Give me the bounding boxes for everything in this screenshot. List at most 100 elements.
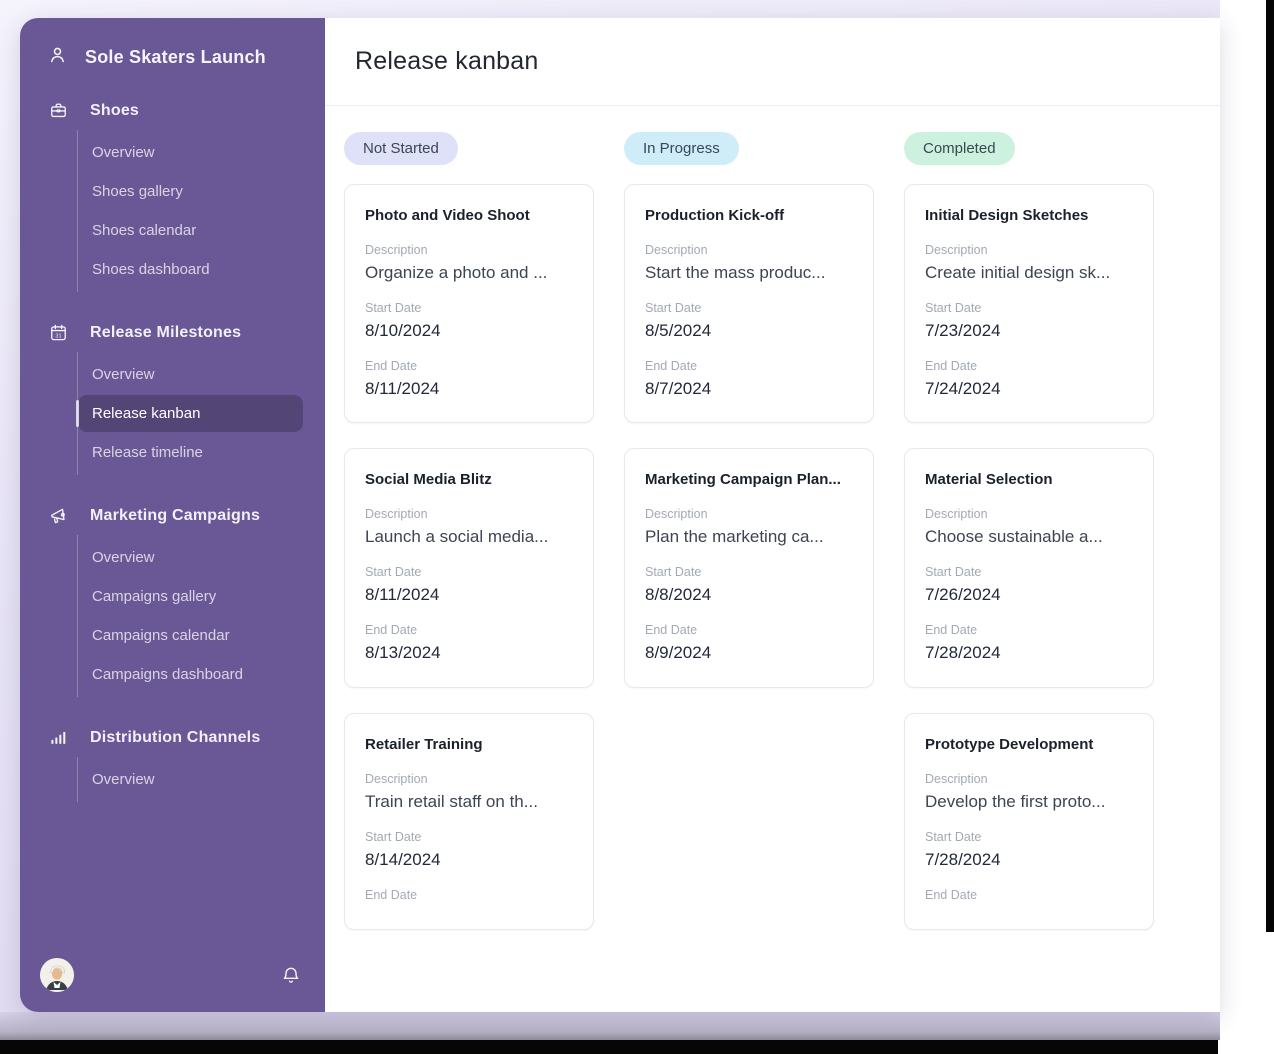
start-date-label: Start Date	[925, 301, 1133, 315]
sidebar-item-shoes-dashboard[interactable]: Shoes dashboard	[78, 251, 303, 288]
start-date-label: Start Date	[365, 565, 573, 579]
kanban-board: Not Started Photo and Video Shoot Descri…	[325, 106, 1220, 955]
description-label: Description	[645, 243, 853, 257]
sidebar-section-label: Release Milestones	[90, 324, 241, 342]
sidebar-item-overview[interactable]: Overview	[78, 761, 303, 798]
sidebar-section-label: Distribution Channels	[90, 729, 260, 747]
sidebar-item-shoes-gallery[interactable]: Shoes gallery	[78, 173, 303, 210]
start-date-label: Start Date	[645, 301, 853, 315]
start-date-value: 7/26/2024	[925, 584, 1133, 606]
page-title: Release kanban	[355, 47, 539, 76]
end-date-value: 8/11/2024	[365, 378, 573, 400]
end-date-value: 7/28/2024	[925, 642, 1133, 664]
status-badge-in-progress: In Progress	[624, 132, 739, 165]
end-date-value: 8/13/2024	[365, 642, 573, 664]
workspace-title: Sole Skaters Launch	[85, 47, 266, 68]
card-title: Social Media Blitz	[365, 471, 573, 488]
sidebar-item-campaigns-calendar[interactable]: Campaigns calendar	[78, 617, 303, 654]
app-window: Sole Skaters Launch Shoes OverviewShoes …	[20, 18, 1220, 1012]
end-date-label: End Date	[365, 888, 573, 902]
start-date-label: Start Date	[645, 565, 853, 579]
sidebar-section-marketing-campaigns: Marketing Campaigns OverviewCampaigns ga…	[20, 506, 325, 697]
sidebar-item-release-timeline[interactable]: Release timeline	[78, 434, 303, 471]
sidebar-section-shoes: Shoes OverviewShoes galleryShoes calenda…	[20, 101, 325, 292]
column-cards: Photo and Video Shoot Description Organi…	[344, 184, 594, 930]
description-label: Description	[365, 507, 573, 521]
column-cards: Production Kick-off Description Start th…	[624, 184, 874, 688]
kanban-card[interactable]: Marketing Campaign Plan... Description P…	[624, 448, 874, 687]
card-title: Retailer Training	[365, 736, 573, 753]
sidebar-section-items: OverviewCampaigns galleryCampaigns calen…	[77, 535, 325, 697]
description-label: Description	[925, 507, 1133, 521]
kanban-card[interactable]: Photo and Video Shoot Description Organi…	[344, 184, 594, 423]
calendar-icon: 31	[49, 323, 68, 342]
sidebar-item-release-kanban[interactable]: Release kanban	[78, 395, 303, 432]
user-icon	[47, 44, 68, 70]
card-title: Marketing Campaign Plan...	[645, 471, 853, 488]
start-date-value: 8/8/2024	[645, 584, 853, 606]
end-date-label: End Date	[645, 623, 853, 637]
sidebar-section-header[interactable]: Shoes	[20, 101, 325, 120]
sidebar-nav: Shoes OverviewShoes galleryShoes calenda…	[20, 101, 325, 802]
kanban-card[interactable]: Production Kick-off Description Start th…	[624, 184, 874, 423]
sidebar-section-header[interactable]: Marketing Campaigns	[20, 506, 325, 525]
sidebar-section-header[interactable]: 31 Release Milestones	[20, 323, 325, 342]
kanban-card[interactable]: Social Media Blitz Description Launch a …	[344, 448, 594, 687]
end-date-value: 8/7/2024	[645, 378, 853, 400]
sidebar-item-overview[interactable]: Overview	[78, 356, 303, 393]
sidebar-item-shoes-calendar[interactable]: Shoes calendar	[78, 212, 303, 249]
sidebar-item-overview[interactable]: Overview	[78, 539, 303, 576]
status-badge-not-started: Not Started	[344, 132, 458, 165]
start-date-value: 7/28/2024	[925, 849, 1133, 871]
start-date-value: 8/11/2024	[365, 584, 573, 606]
start-date-label: Start Date	[925, 830, 1133, 844]
sidebar-item-campaigns-dashboard[interactable]: Campaigns dashboard	[78, 656, 303, 693]
start-date-value: 7/23/2024	[925, 320, 1133, 342]
screen-edge-right	[1266, 0, 1274, 932]
description-label: Description	[365, 243, 573, 257]
kanban-column-in-progress: In Progress Production Kick-off Descript…	[624, 132, 874, 713]
description-value: Launch a social media...	[365, 526, 573, 548]
sidebar-section-release-milestones: 31 Release Milestones OverviewRelease ka…	[20, 323, 325, 475]
end-date-label: End Date	[925, 888, 1133, 902]
sidebar-item-campaigns-gallery[interactable]: Campaigns gallery	[78, 578, 303, 615]
kanban-card[interactable]: Retailer Training Description Train reta…	[344, 713, 594, 930]
kanban-card[interactable]: Material Selection Description Choose su…	[904, 448, 1154, 687]
description-value: Create initial design sk...	[925, 262, 1133, 284]
end-date-label: End Date	[365, 359, 573, 373]
kanban-card[interactable]: Initial Design Sketches Description Crea…	[904, 184, 1154, 423]
card-title: Initial Design Sketches	[925, 207, 1133, 224]
workspace-header[interactable]: Sole Skaters Launch	[20, 18, 325, 70]
main-header: Release kanban	[325, 18, 1220, 106]
megaphone-icon	[49, 506, 68, 525]
kanban-column-not-started: Not Started Photo and Video Shoot Descri…	[344, 132, 594, 955]
end-date-value: 7/24/2024	[925, 378, 1133, 400]
sidebar-item-overview[interactable]: Overview	[78, 134, 303, 171]
briefcase-icon	[49, 101, 68, 120]
kanban-card[interactable]: Prototype Development Description Develo…	[904, 713, 1154, 930]
bar-chart-icon	[49, 728, 68, 747]
end-date-label: End Date	[365, 623, 573, 637]
user-avatar[interactable]	[40, 958, 74, 992]
description-value: Develop the first proto...	[925, 791, 1133, 813]
screen-edge-bottom	[0, 1040, 1218, 1054]
column-cards: Initial Design Sketches Description Crea…	[904, 184, 1154, 930]
description-label: Description	[925, 772, 1133, 786]
bell-icon[interactable]	[281, 965, 301, 985]
start-date-value: 8/14/2024	[365, 849, 573, 871]
start-date-label: Start Date	[365, 830, 573, 844]
card-title: Photo and Video Shoot	[365, 207, 573, 224]
sidebar: Sole Skaters Launch Shoes OverviewShoes …	[20, 18, 325, 1012]
svg-text:31: 31	[55, 333, 61, 339]
description-label: Description	[645, 507, 853, 521]
sidebar-section-label: Marketing Campaigns	[90, 507, 260, 525]
status-badge-completed: Completed	[904, 132, 1015, 165]
kanban-column-completed: Completed Initial Design Sketches Descri…	[904, 132, 1154, 955]
sidebar-section-header[interactable]: Distribution Channels	[20, 728, 325, 747]
main-content: Release kanban Not Started Photo and Vid…	[325, 18, 1220, 1012]
end-date-value: 8/9/2024	[645, 642, 853, 664]
sidebar-footer	[20, 944, 325, 1012]
description-value: Start the mass produc...	[645, 262, 853, 284]
description-label: Description	[365, 772, 573, 786]
description-label: Description	[925, 243, 1133, 257]
